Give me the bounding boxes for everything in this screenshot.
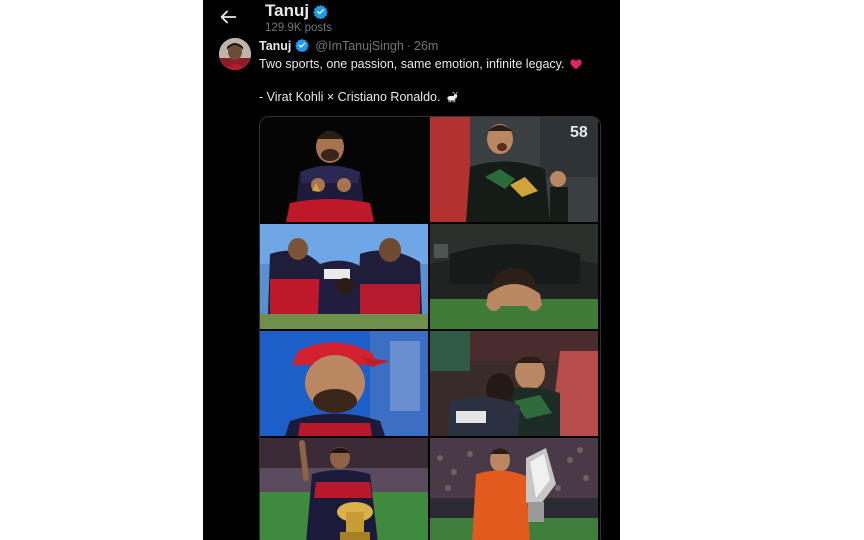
jersey-number: 58 [570,124,588,141]
tweet-header: Tanuj @ImTanujSingh · 26m [259,38,438,53]
tweet-text-line-1: Two sports, one passion, same emotion, i… [259,57,583,71]
verified-badge-icon [295,38,310,53]
tweet-text-line-2: - Virat Kohli × Cristiano Ronaldo. [259,90,459,104]
goat-icon [445,90,459,104]
tweet-separator: · [406,38,412,53]
media-grid[interactable]: 58 [259,116,601,540]
heart-icon [569,57,583,71]
photo-kohli-teammates[interactable] [260,224,428,329]
header-name[interactable]: Tanuj [265,1,309,21]
photo-ronaldo-shouting[interactable]: 58 [430,117,598,222]
profile-header: Tanuj 129.9K posts [203,0,620,40]
photo-kohli-trophy[interactable] [260,438,428,540]
tweet-author-name[interactable]: Tanuj [259,39,291,53]
tweet-text-2: - Virat Kohli × Cristiano Ronaldo. [259,90,441,104]
page: Tanuj 129.9K posts Tanuj @ImTanujSingh ·… [0,0,864,540]
photo-kohli-kneeling[interactable] [260,117,428,222]
verified-badge-icon [313,4,328,19]
back-arrow-icon[interactable] [217,6,239,28]
avatar[interactable] [219,38,251,70]
header-title-row: Tanuj [265,0,328,22]
header-post-count: 129.9K posts [265,22,333,34]
tweet-timestamp[interactable]: 26m [414,39,438,53]
tweet-author-handle[interactable]: @ImTanujSingh [315,39,403,53]
photo-ronaldo-face-down[interactable] [430,224,598,329]
photo-ronaldo-trophy[interactable] [430,438,598,540]
tweet-text-1: Two sports, one passion, same emotion, i… [259,57,565,71]
photo-kohli-red-cap[interactable] [260,331,428,436]
tweet-column: Tanuj 129.9K posts Tanuj @ImTanujSingh ·… [203,0,620,540]
photo-ronaldo-hug[interactable] [430,331,598,436]
